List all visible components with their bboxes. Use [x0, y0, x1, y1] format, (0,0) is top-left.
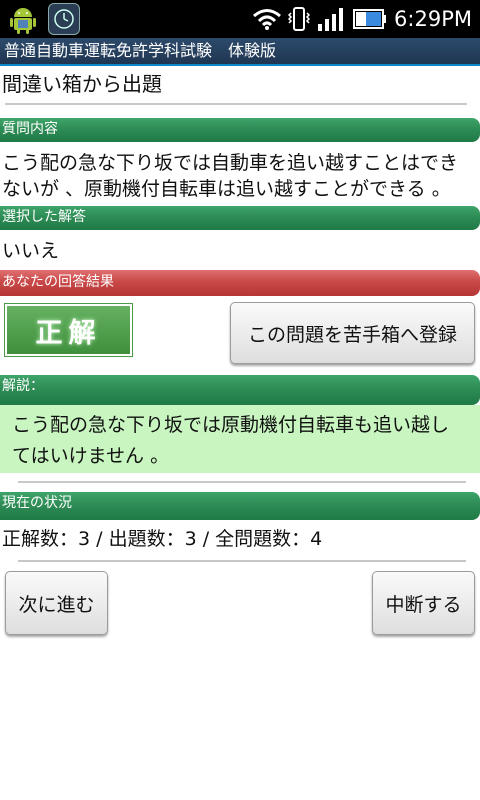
divider: [18, 481, 466, 483]
question-text-line-2: ないが 、原動機付自転車は追い越すことができる 。: [2, 178, 451, 200]
correct-result-badge: 正解: [4, 303, 133, 357]
explanation-section-header: 解説：: [0, 375, 480, 405]
battery-icon: [353, 9, 387, 29]
add-to-weak-box-button[interactable]: この問題を苦手箱へ登録: [230, 302, 475, 364]
current-status-section-header: 現在の状況: [0, 492, 480, 520]
app-title-bar: 普通自動車運転免許学科試験 体験版: [0, 38, 480, 66]
explanation-box: こう配の急な下り坂では原動機付自転車も追い越し てはいけません 。: [0, 405, 480, 473]
next-button[interactable]: 次に進む: [5, 571, 108, 635]
question-mode-heading: 間違い箱から出題: [2, 72, 162, 96]
selected-answer-value: いいえ: [2, 240, 60, 262]
selected-answer-section-header: 選択した解答: [0, 206, 480, 230]
suspend-button[interactable]: 中断する: [372, 571, 475, 635]
question-section-header: 質問内容: [0, 118, 480, 142]
vibrate-icon: [288, 7, 311, 31]
score-summary: 正解数：3 / 出題数：3 / 全問題数：4: [2, 528, 323, 550]
status-time: 6:29PM: [394, 7, 472, 31]
divider: [5, 103, 467, 105]
wifi-icon: [253, 9, 282, 30]
explanation-text-line-2: てはいけません 。: [12, 445, 170, 467]
explanation-text-line-1: こう配の急な下り坂では原動機付自転車も追い越し: [12, 414, 450, 436]
signal-icon: [318, 8, 344, 31]
android-icon: [10, 8, 36, 34]
clock-app-icon: [48, 3, 80, 35]
answer-result-section-header: あなたの回答結果: [0, 270, 480, 296]
divider: [18, 560, 466, 562]
status-bar: 6:29PM: [0, 0, 480, 38]
